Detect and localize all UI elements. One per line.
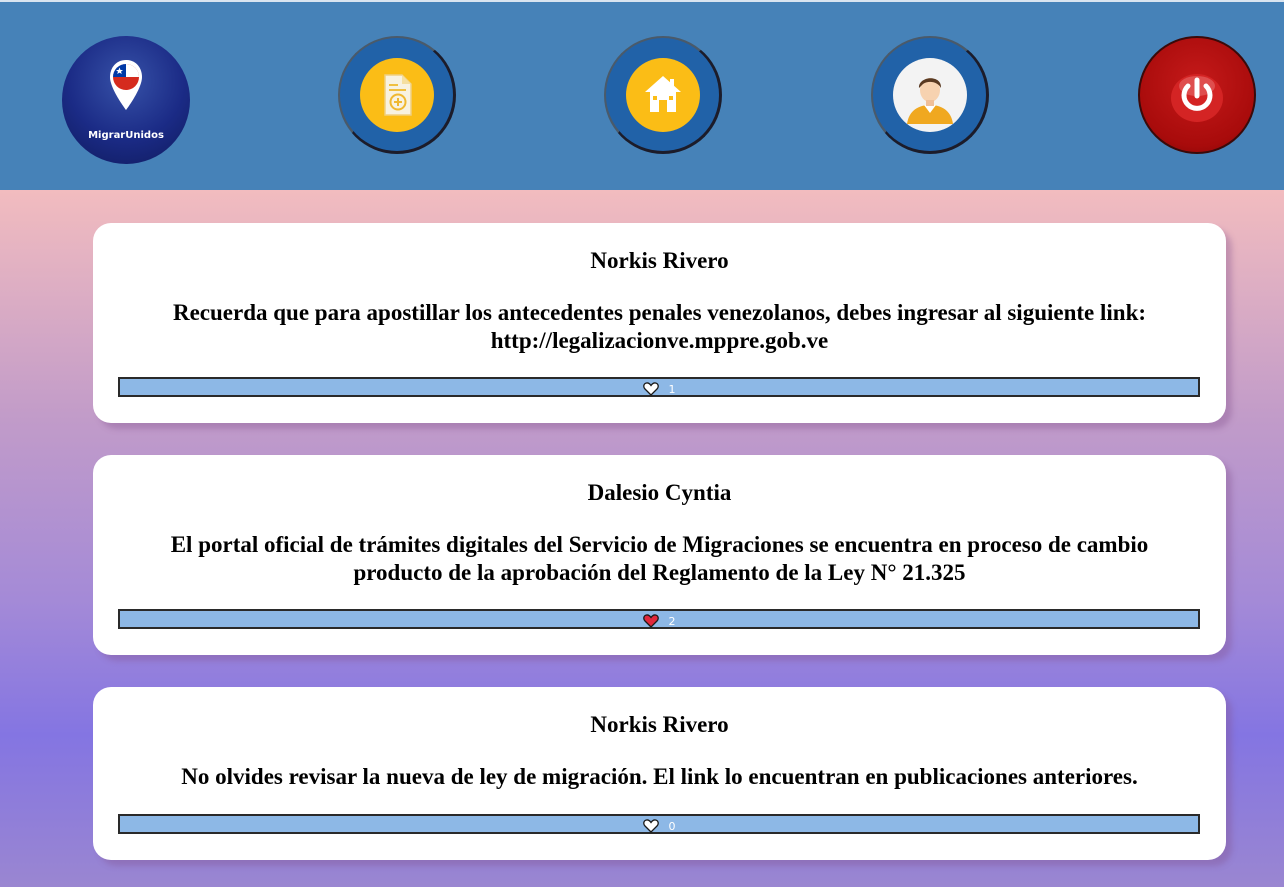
power-icon (1171, 74, 1223, 122)
post-author: Dalesio Cyntia (587, 480, 732, 505)
like-count: 1 (668, 382, 676, 396)
logout-button[interactable] (1138, 36, 1256, 154)
home-button[interactable] (604, 36, 722, 154)
user-avatar-icon (892, 57, 967, 132)
top-navigation-bar: MigrarUnidos (0, 0, 1284, 190)
post-card: Norkis Rivero No olvides revisar la nuev… (93, 687, 1226, 860)
like-count: 2 (668, 614, 676, 628)
new-document-button[interactable] (338, 36, 456, 154)
home-icon (625, 57, 700, 132)
post-text: No olvides revisar la nueva de ley de mi… (181, 764, 1138, 789)
post-author: Norkis Rivero (590, 712, 729, 737)
post-text: El portal oficial de trámites digitales … (170, 532, 1149, 585)
post-author: Norkis Rivero (590, 248, 729, 273)
like-button[interactable]: 0 (118, 814, 1200, 834)
like-count: 0 (668, 819, 676, 833)
heart-outline-icon (642, 382, 659, 396)
post-text: Recuerda que para apostillar los anteced… (172, 300, 1147, 353)
like-button[interactable]: 1 (118, 377, 1200, 397)
heart-outline-icon (642, 819, 659, 833)
logo-text: MigrarUnidos (88, 130, 164, 141)
document-plus-icon (359, 57, 434, 132)
profile-button[interactable] (871, 36, 989, 154)
like-button[interactable]: 2 (118, 609, 1200, 629)
chile-flag-pin-icon (110, 60, 142, 110)
post-card: Norkis Rivero Recuerda que para apostill… (93, 223, 1226, 423)
migrarunidos-logo[interactable]: MigrarUnidos (62, 36, 190, 164)
post-card: Dalesio Cyntia El portal oficial de trám… (93, 455, 1226, 655)
heart-filled-icon (642, 614, 659, 628)
